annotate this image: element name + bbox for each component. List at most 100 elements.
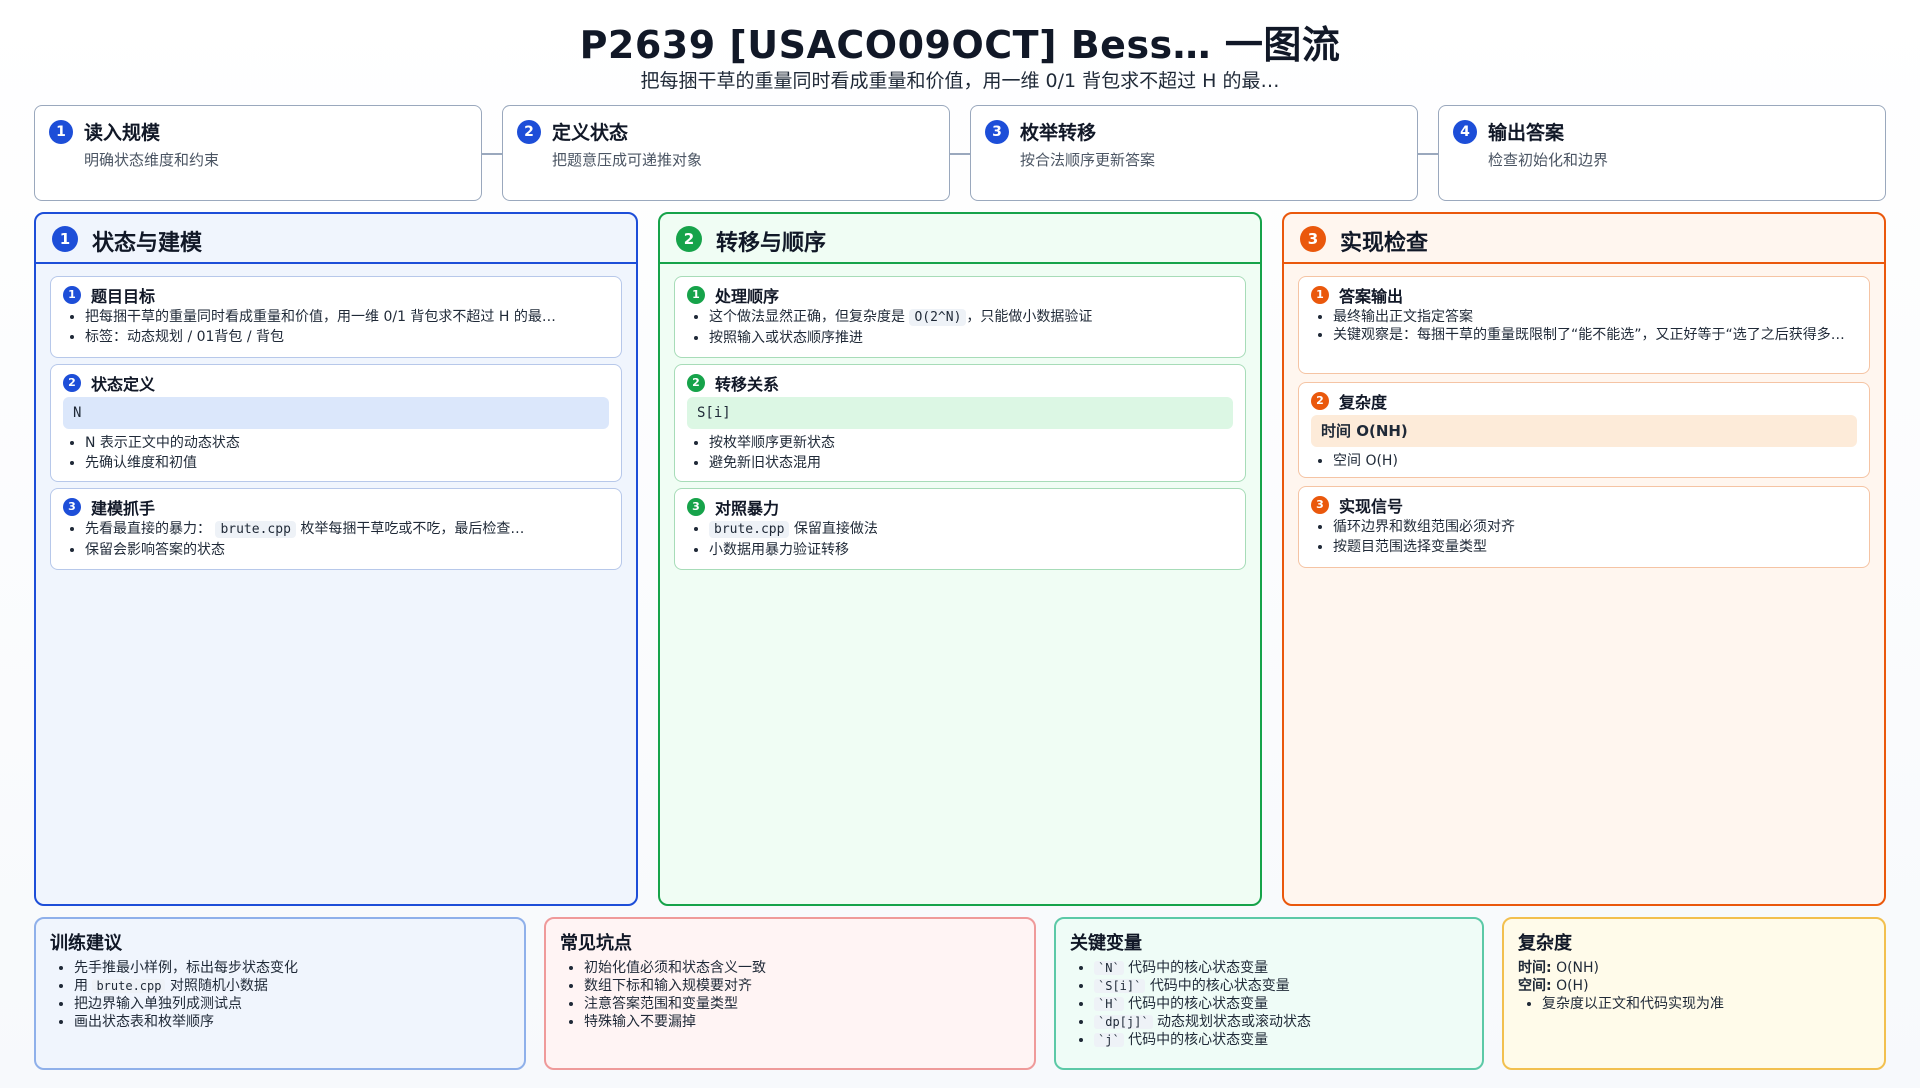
step-desc: 明确状态维度和约束 <box>84 151 220 169</box>
card-answer: 1 答案输出 最终输出正文指定答案 关键观察是：每捆干草的重量既限制了“能不能选… <box>1298 276 1870 374</box>
card-number-badge: 1 <box>687 286 705 304</box>
inline-code: O(2^N) <box>909 309 967 326</box>
card-number-badge: 1 <box>1311 286 1329 304</box>
list-item: `H` 代码中的核心状态变量 <box>1094 995 1468 1013</box>
list-item: 循环边界和数组范围必须对齐 <box>1333 517 1859 537</box>
card-title: 状态定义 <box>91 375 156 394</box>
card-title: 复杂度 <box>1339 393 1388 412</box>
column-header: 1 状态与建模 <box>36 214 636 264</box>
step-desc: 把题意压成可递推对象 <box>552 151 703 169</box>
list-item: 这个做法显然正确，但复杂度是 O(2^N)，只能做小数据验证 <box>709 307 1235 328</box>
list-item: 最终输出正文指定答案 <box>1333 307 1859 327</box>
list-item: `dp[j]` 动态规划状态或滚动状态 <box>1094 1013 1468 1031</box>
card-number-badge: 1 <box>63 286 81 304</box>
card-number-badge: 3 <box>1311 496 1329 514</box>
inline-code: `N` <box>1094 961 1124 975</box>
list-item: 复杂度以正文和代码实现为准 <box>1542 995 1870 1013</box>
inline-code: `j` <box>1094 1033 1124 1047</box>
step-number-badge: 1 <box>49 120 73 144</box>
list-item: 避免新旧状态混用 <box>709 453 1235 473</box>
step-title: 枚举转移 <box>1020 122 1097 144</box>
card-order: 1 处理顺序 这个做法显然正确，但复杂度是 O(2^N)，只能做小数据验证 按照… <box>674 276 1246 358</box>
inline-code: brute.cpp <box>215 521 296 538</box>
list-item: 把每捆干草的重量同时看成重量和价值，用一维 0/1 背包求不超过 H 的最… <box>85 307 611 327</box>
step-connector <box>482 153 502 155</box>
box-pitfalls: 常见坑点 初始化值必须和状态含义一致 数组下标和输入规模要对齐 注意答案范围和变… <box>544 917 1036 1070</box>
box-title: 复杂度 <box>1518 933 1572 954</box>
step-desc: 检查初始化和边界 <box>1488 151 1609 169</box>
steps-row: 1 读入规模 明确状态维度和约束 2 定义状态 把题意压成可递推对象 3 枚举转… <box>34 105 1886 201</box>
card-number-badge: 3 <box>687 498 705 516</box>
column-header: 2 转移与顺序 <box>660 214 1260 264</box>
step-3: 3 枚举转移 按合法顺序更新答案 <box>970 105 1418 201</box>
complexity-highlight: 时间 O(NH) <box>1311 415 1857 447</box>
column-title: 转移与顺序 <box>716 231 827 256</box>
list-item: 关键观察是：每捆干草的重量既限制了“能不能选”，又正好等于“选了之后获得多… <box>1333 327 1859 344</box>
card-number-badge: 3 <box>63 498 81 516</box>
list-item: 按题目范围选择变量类型 <box>1333 537 1859 557</box>
column-number-badge: 1 <box>52 226 78 252</box>
inline-code: brute.cpp <box>92 979 166 993</box>
time-complexity: 时间: O(NH) <box>1518 960 1600 976</box>
page-title: P2639 [USACO09OCT] Bess… 一图流 <box>579 23 1341 67</box>
step-title: 输出答案 <box>1488 122 1565 144</box>
box-complexity: 复杂度 时间: O(NH) 空间: O(H) 复杂度以正文和代码实现为准 <box>1502 917 1886 1070</box>
list-item: `N` 代码中的核心状态变量 <box>1094 959 1468 977</box>
step-connector <box>950 153 970 155</box>
column-transition: 2 转移与顺序 1 处理顺序 这个做法显然正确，但复杂度是 O(2^N)，只能做… <box>658 212 1262 906</box>
page-subtitle: 把每捆干草的重量同时看成重量和价值，用一维 0/1 背包求不超过 H 的最… <box>640 70 1280 92</box>
step-number-badge: 2 <box>517 120 541 144</box>
column-header: 3 实现检查 <box>1284 214 1884 264</box>
inline-code: brute.cpp <box>709 521 790 538</box>
card-goal: 1 题目目标 把每捆干草的重量同时看成重量和价值，用一维 0/1 背包求不超过 … <box>50 276 622 358</box>
card-state-def: 2 状态定义 N N 表示正文中的动态状态 先确认维度和初值 <box>50 364 622 482</box>
list-item: 标签：动态规划 / 01背包 / 背包 <box>85 327 611 347</box>
step-desc: 按合法顺序更新答案 <box>1020 151 1156 169</box>
card-complexity: 2 复杂度 时间 O(NH) 空间 O(H) <box>1298 382 1870 478</box>
list-item: 注意答案范围和变量类型 <box>584 995 1020 1013</box>
box-title: 常见坑点 <box>560 933 632 954</box>
step-number-badge: 3 <box>985 120 1009 144</box>
list-item: 画出状态表和枚举顺序 <box>74 1013 510 1031</box>
step-number-badge: 4 <box>1453 120 1477 144</box>
inline-code: `S[i]` <box>1094 979 1146 993</box>
list-item: 保留会影响答案的状态 <box>85 540 611 560</box>
column-title: 实现检查 <box>1340 231 1429 256</box>
column-number-badge: 2 <box>676 226 702 252</box>
transition-code-block: S[i] <box>687 397 1233 429</box>
space-complexity: 空间: O(H) <box>1518 978 1589 994</box>
card-signals: 3 实现信号 循环边界和数组范围必须对齐 按题目范围选择变量类型 <box>1298 486 1870 568</box>
step-connector <box>1418 153 1438 155</box>
card-number-badge: 2 <box>1311 392 1329 410</box>
box-training: 训练建议 先手推最小样例，标出每步状态变化 用 brute.cpp 对照随机小数… <box>34 917 526 1070</box>
card-title: 建模抓手 <box>91 499 156 518</box>
card-number-badge: 2 <box>687 374 705 392</box>
list-item: `j` 代码中的核心状态变量 <box>1094 1031 1468 1049</box>
step-title: 读入规模 <box>84 122 161 144</box>
card-title: 题目目标 <box>91 287 156 306</box>
card-title: 处理顺序 <box>715 287 780 306</box>
step-4: 4 输出答案 检查初始化和边界 <box>1438 105 1886 201</box>
box-title: 训练建议 <box>50 933 122 954</box>
column-implementation: 3 实现检查 1 答案输出 最终输出正文指定答案 关键观察是：每捆干草的重量既限… <box>1282 212 1886 906</box>
inline-code: `dp[j]` <box>1094 1015 1153 1029</box>
step-1: 1 读入规模 明确状态维度和约束 <box>34 105 482 201</box>
state-code-block: N <box>63 397 609 429</box>
column-number-badge: 3 <box>1300 226 1326 252</box>
list-item: 按照输入或状态顺序推进 <box>709 328 1235 348</box>
list-item: 用 brute.cpp 对照随机小数据 <box>74 977 510 995</box>
list-item: 把边界输入单独列成测试点 <box>74 995 510 1013</box>
list-item: 空间 O(H) <box>1333 451 1859 471</box>
card-number-badge: 2 <box>63 374 81 392</box>
list-item: 先看最直接的暴力： brute.cpp 枚举每捆干草吃或不吃，最后检查… <box>85 519 611 540</box>
list-item: 初始化值必须和状态含义一致 <box>584 959 1020 977</box>
list-item: 特殊输入不要漏掉 <box>584 1013 1020 1031</box>
card-modeling: 3 建模抓手 先看最直接的暴力： brute.cpp 枚举每捆干草吃或不吃，最后… <box>50 488 622 570</box>
step-title: 定义状态 <box>552 122 629 144</box>
list-item: `S[i]` 代码中的核心状态变量 <box>1094 977 1468 995</box>
card-title: 实现信号 <box>1339 497 1404 516</box>
card-title: 对照暴力 <box>715 499 780 518</box>
column-modeling: 1 状态与建模 1 题目目标 把每捆干草的重量同时看成重量和价值，用一维 0/1… <box>34 212 638 906</box>
card-title: 答案输出 <box>1339 287 1404 306</box>
card-title: 转移关系 <box>715 375 780 394</box>
